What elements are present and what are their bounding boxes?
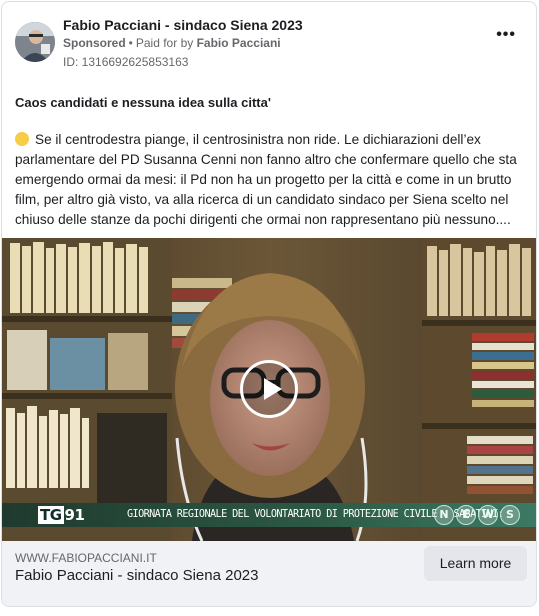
link-title[interactable]: Fabio Pacciani - sindaco Siena 2023: [15, 567, 259, 584]
sponsored-post-card: Fabio Pacciani - sindaco Siena 2023 Spon…: [1, 1, 537, 607]
more-options-button[interactable]: •••: [496, 27, 516, 43]
post-body-text: Se il centrodestra piange, il centrosini…: [15, 132, 517, 227]
sponsor-meta: Sponsored • Paid for by Fabio Pacciani: [63, 36, 281, 50]
news-letter: W: [478, 505, 498, 525]
tg91-logo: TG 91: [38, 506, 85, 524]
paid-for-label: Paid for by: [135, 36, 194, 50]
yellow-circle-emoji-icon: [15, 132, 29, 146]
post-headline: Caos candidati e nessuna idea sulla citt…: [15, 95, 271, 110]
separator-dot: •: [128, 36, 133, 50]
news-letter: N: [434, 505, 454, 525]
post-body: Se il centrodestra piange, il centrosini…: [15, 130, 529, 230]
page-name[interactable]: Fabio Pacciani - sindaco Siena 2023: [63, 17, 303, 33]
page-avatar[interactable]: [15, 22, 55, 62]
news-ticker: TG 91 GIORNATA REGIONALE DEL VOLONTARIATO…: [2, 503, 536, 527]
ad-id: ID: 1316692625853163: [63, 55, 189, 69]
news-letter: S: [500, 505, 520, 525]
link-preview-footer[interactable]: WWW.FABIOPACCIANI.IT Fabio Pacciani - si…: [2, 541, 536, 606]
paid-for-name[interactable]: Fabio Pacciani: [197, 36, 281, 50]
play-icon[interactable]: [240, 360, 298, 418]
news-letter: E: [456, 505, 476, 525]
sponsored-label: Sponsored: [63, 36, 126, 50]
link-domain: WWW.FABIOPACCIANI.IT: [15, 551, 157, 565]
learn-more-button[interactable]: Learn more: [424, 546, 527, 581]
news-badge: NEWS: [434, 505, 522, 525]
video-player[interactable]: TG 91 GIORNATA REGIONALE DEL VOLONTARIATO…: [2, 238, 536, 541]
